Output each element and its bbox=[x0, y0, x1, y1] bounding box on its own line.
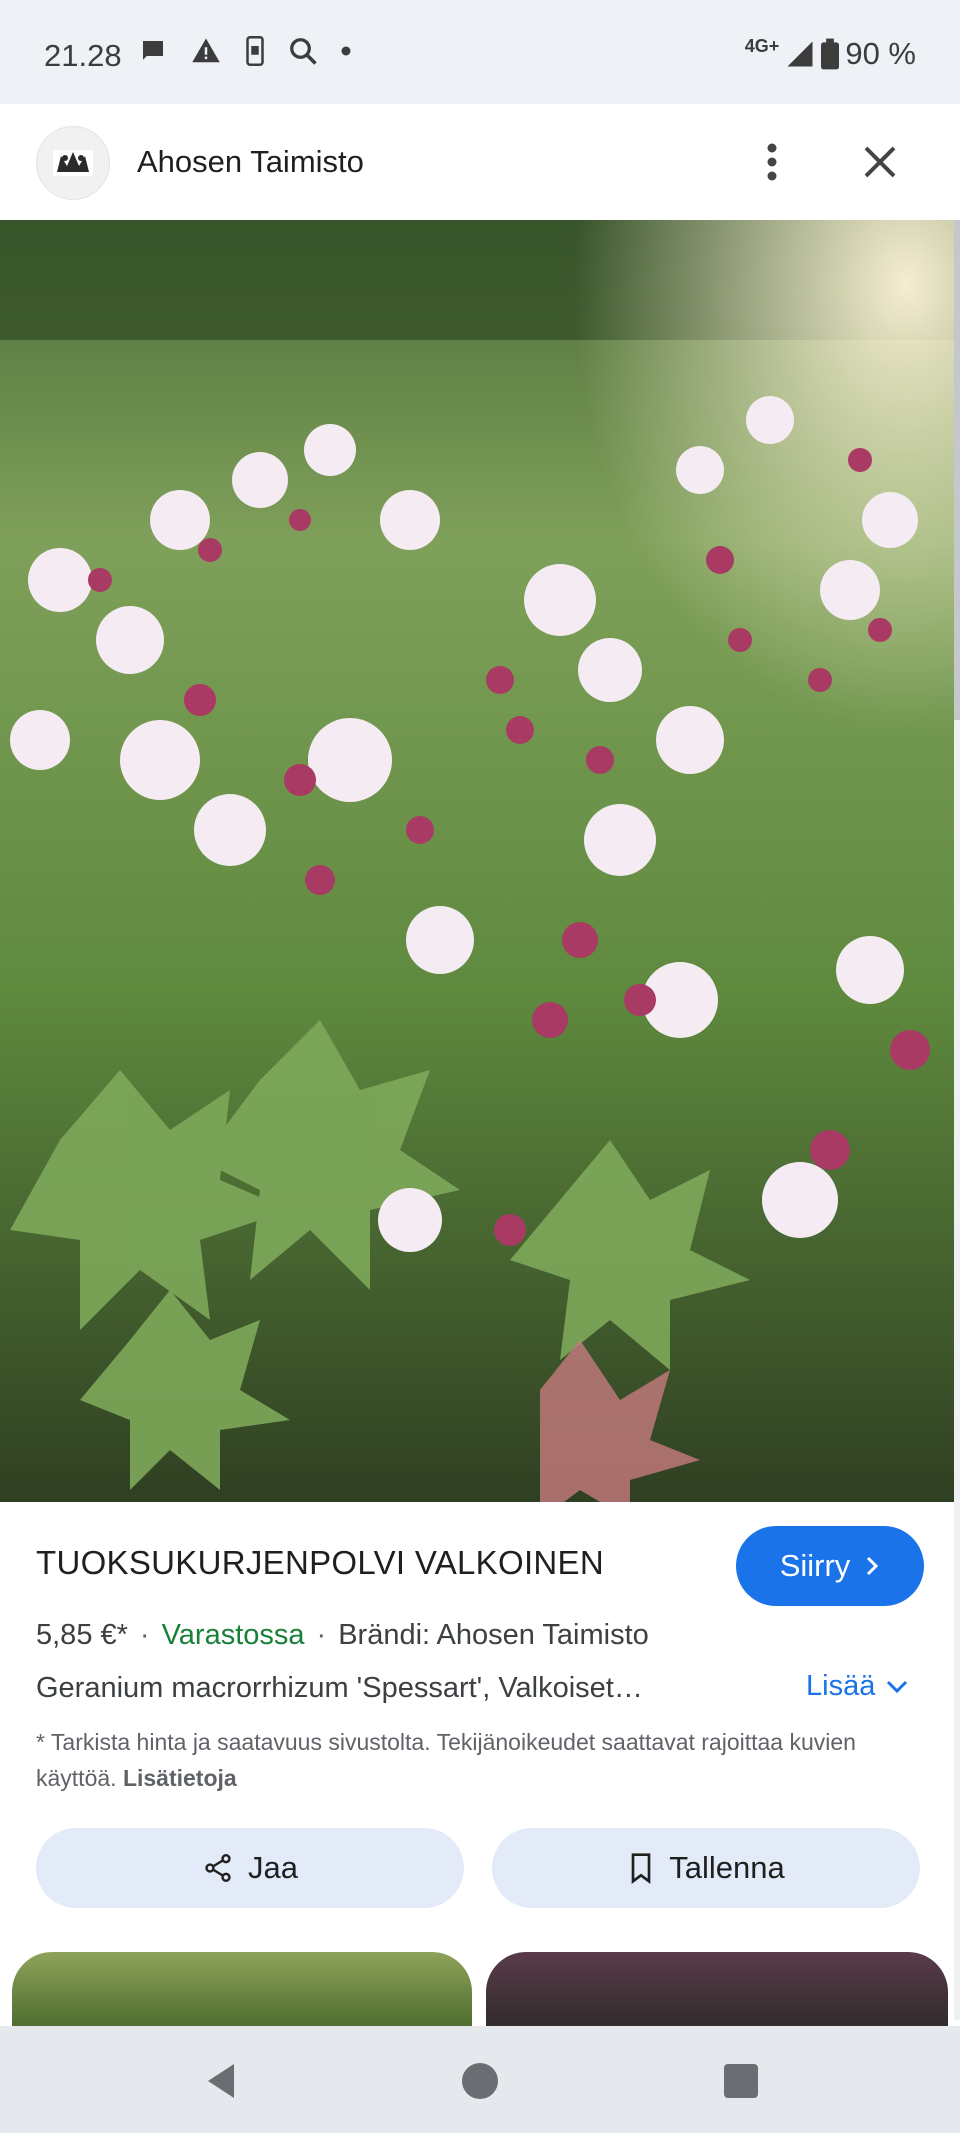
status-bar: 21.28 4G+ 90 % bbox=[0, 0, 960, 104]
share-icon bbox=[205, 1854, 231, 1882]
stock-status: Varastossa bbox=[161, 1619, 305, 1651]
product-description: Geranium macrorrhizum 'Spessart', Valkoi… bbox=[36, 1672, 643, 1704]
network-type: 4G+ bbox=[744, 35, 780, 56]
related-image-thumbnail[interactable] bbox=[12, 1952, 472, 2026]
back-icon[interactable] bbox=[196, 2056, 246, 2106]
visit-button[interactable]: Siirry bbox=[736, 1526, 924, 1606]
close-button[interactable] bbox=[860, 140, 900, 184]
signal-icon bbox=[787, 41, 813, 67]
chevron-down-icon bbox=[887, 1680, 908, 1693]
scrollbar-thumb[interactable] bbox=[954, 220, 960, 720]
bookmark-icon bbox=[631, 1853, 651, 1884]
status-time: 21.28 bbox=[44, 38, 122, 73]
share-button[interactable]: Jaa bbox=[36, 1828, 464, 1908]
related-image-thumbnail[interactable] bbox=[486, 1952, 948, 2026]
product-meta: 5,85 €* · Varastossa · Brändi: Ahosen Ta… bbox=[36, 1619, 649, 1652]
site-name[interactable]: Ahosen Taimisto bbox=[137, 144, 364, 180]
more-options-button[interactable] bbox=[752, 138, 792, 186]
product-image[interactable] bbox=[0, 220, 954, 1502]
status-right: 4G+ 90 % bbox=[745, 36, 916, 72]
battery-level: 90 % bbox=[845, 36, 916, 71]
more-info-link[interactable]: Lisätietoja bbox=[123, 1765, 237, 1791]
separator-dot: · bbox=[139, 1619, 150, 1651]
more-label: Lisää bbox=[806, 1670, 876, 1702]
save-label: Tallenna bbox=[669, 1850, 785, 1885]
recents-icon[interactable] bbox=[716, 2056, 766, 2106]
site-logo-icon bbox=[53, 150, 93, 176]
product-title: TUOKSUKURJENPOLVI VALKOINEN bbox=[36, 1544, 605, 1581]
phone-icon bbox=[246, 36, 264, 66]
chat-bubble-icon bbox=[143, 41, 163, 60]
panel-header: Ahosen Taimisto bbox=[0, 104, 960, 220]
notification-icons bbox=[138, 36, 352, 66]
more-vert-icon bbox=[767, 143, 777, 181]
product-panel: Ahosen Taimisto TUOKSUKURJENPOLVI VALKOI… bbox=[0, 104, 960, 2026]
search-icon bbox=[290, 38, 317, 65]
visit-button-label: Siirry bbox=[779, 1548, 851, 1583]
chevron-right-icon bbox=[867, 1556, 879, 1576]
save-button[interactable]: Tallenna bbox=[492, 1828, 920, 1908]
disclaimer: * Tarkista hinta ja saatavuus sivustolta… bbox=[36, 1724, 926, 1796]
warning-icon bbox=[192, 38, 220, 63]
battery-icon bbox=[821, 38, 840, 70]
brand: Brändi: Ahosen Taimisto bbox=[338, 1619, 649, 1651]
dot-icon bbox=[341, 46, 351, 56]
share-label: Jaa bbox=[248, 1850, 298, 1885]
close-icon bbox=[864, 146, 896, 178]
more-button[interactable]: Lisää bbox=[806, 1670, 909, 1703]
flower-photo bbox=[0, 220, 954, 1502]
price: 5,85 €* bbox=[36, 1619, 128, 1651]
site-avatar[interactable] bbox=[36, 126, 110, 200]
scrollbar[interactable] bbox=[954, 220, 960, 2020]
system-nav-bar bbox=[0, 2026, 960, 2133]
separator-dot: · bbox=[316, 1619, 327, 1651]
home-icon[interactable] bbox=[455, 2056, 505, 2106]
